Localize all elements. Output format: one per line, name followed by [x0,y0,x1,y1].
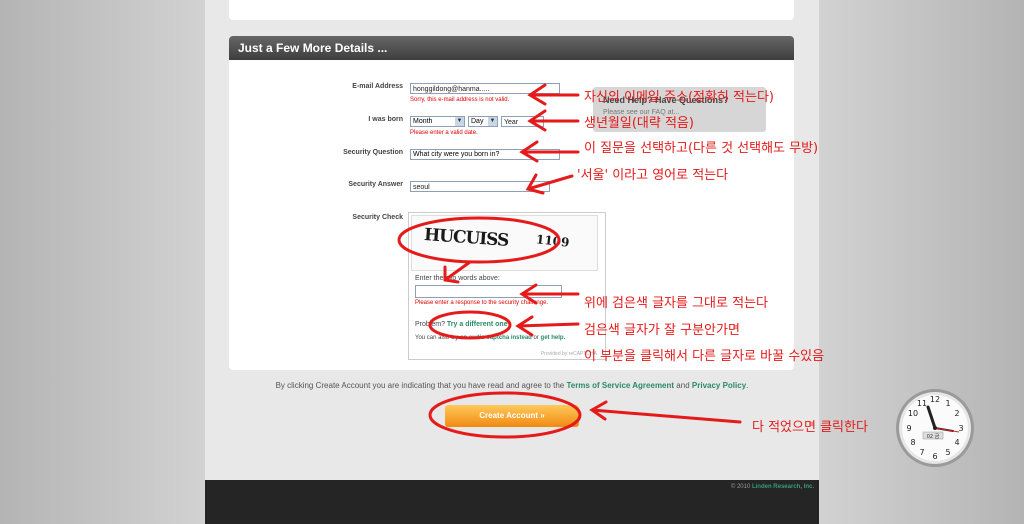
annotation-captcha-change: 이 부분을 클릭해서 다른 글자로 바꿀 수있음 [584,349,825,364]
security-check-label: Security Check [352,214,403,221]
chevron-down-icon: ▼ [455,117,464,126]
captcha-image: HUCUISS 1109 [411,215,598,271]
svg-text:6: 6 [932,452,937,461]
create-account-button[interactable]: Create Account » [445,405,579,427]
svg-text:11: 11 [917,399,927,408]
copyright-year: © 2010 [730,484,751,490]
previous-section-card [229,0,794,20]
email-error: Sorry, this e-mail address is not valid. [410,97,510,103]
born-error: Please enter a valid date. [410,130,478,136]
email-field[interactable]: honggildong@hanma..... [410,83,560,94]
month-value: Month [413,118,433,125]
terms-prefix: By clicking Create Account you are indic… [275,381,565,390]
terms-text: By clicking Create Account you are indic… [205,381,819,390]
day-select[interactable]: Day ▼ [468,116,498,127]
page-content: Just a Few More Details ... E-mail Addre… [205,0,819,524]
background-left [0,0,205,524]
captcha-instructions: Enter the two words above: [415,275,500,282]
section-title: Just a Few More Details ... [229,36,794,60]
svg-text:9: 9 [906,424,911,433]
captcha-input[interactable] [415,285,562,298]
security-question-select[interactable]: What city were you born in? [410,149,560,160]
captcha-error: Please enter a response to the security … [415,300,549,306]
try-different-link[interactable]: Try a different one [447,321,508,328]
svg-text:1: 1 [945,399,950,408]
svg-text:5: 5 [945,448,950,457]
chevron-down-icon: ▼ [488,117,497,126]
audio-captcha-link[interactable]: try an audio captcha instead [451,335,532,341]
clock-date: 02 금 [927,434,940,440]
captcha-audio-prefix: You can also [415,335,450,341]
annotation-question: 이 질문을 선택하고(다른 것 선택해도 무방) [584,141,819,156]
svg-text:12: 12 [930,395,940,404]
tos-link[interactable]: Terms of Service Agreement [566,381,674,390]
captcha-problem-text: Problem? [415,321,445,328]
annotation-captcha-type: 위에 검은색 글자를 그대로 적는다 [584,296,768,311]
captcha-problem-line: Problem? Try a different one [415,321,508,328]
captcha-word-1: HUCUISS [423,225,509,251]
security-answer-label: Security Answer [348,181,403,188]
annotation-captcha-hard: 검은색 글자가 잘 구분안가면 [584,323,740,338]
privacy-link[interactable]: Privacy Policy [692,381,746,390]
captcha-box: HUCUISS 1109 Enter the two words above: … [408,212,606,360]
svg-text:7: 7 [919,448,924,457]
svg-text:8: 8 [910,438,915,447]
day-value: Day [471,118,484,125]
annotation-click: 다 적었으면 클릭한다 [752,420,868,435]
clock-gadget[interactable]: 12 12 345 678 91011 02 금 [895,388,975,468]
svg-text:10: 10 [908,409,918,418]
captcha-or: or [533,335,539,341]
annotation-born: 생년월일(대략 적음) [584,116,694,131]
terms-suffix: . [746,381,749,390]
copyright: © 2010 Linden Research, Inc. [731,484,814,490]
email-label: E-mail Address [352,83,403,90]
year-field[interactable]: Year [501,116,544,127]
month-select[interactable]: Month ▼ [410,116,465,127]
born-label: I was born [368,116,403,123]
captcha-word-2: 1109 [535,232,571,250]
security-question-label: Security Question [343,149,403,156]
annotation-email: 자신의 이메일 주소(정확히 적는다) [584,90,774,105]
annotation-answer: '서울' 이라고 영어로 적는다 [577,168,729,183]
company-link[interactable]: Linden Research, Inc. [752,484,814,490]
get-help-link[interactable]: get help. [541,335,566,341]
security-answer-field[interactable]: seoul [410,181,550,192]
svg-text:2: 2 [954,409,959,418]
svg-text:3: 3 [958,424,963,433]
captcha-audio-line: You can also try an audio captcha instea… [415,335,565,341]
terms-and: and [676,381,690,390]
security-question-value: What city were you born in? [413,151,500,158]
footer: © 2010 Linden Research, Inc. [205,480,819,524]
svg-text:4: 4 [954,438,959,447]
